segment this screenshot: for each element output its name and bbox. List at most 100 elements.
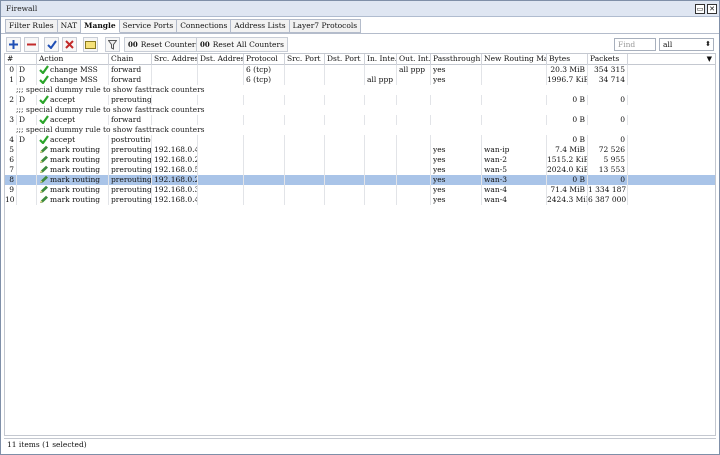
cell-src [152,135,198,145]
cell-num: 6 [5,155,17,165]
column-header[interactable]: Src. Address [152,54,198,65]
check-icon [39,115,49,124]
table-row[interactable]: 10 mark routing prerouting192.168.0.42 yesw… [5,195,715,205]
tab-service-ports[interactable]: Service Ports [119,19,178,33]
cell-dport [325,65,365,75]
remove-button[interactable] [24,37,39,52]
cell-in [365,195,397,205]
comment-row[interactable]: ;;; special dummy rule to show fasttrack… [5,105,715,115]
enable-button[interactable] [44,37,59,52]
table-row[interactable]: 2 Daccept prerouting 0 B0 [5,95,715,105]
cell-packets: 34 714 [588,75,628,85]
cross-icon [65,40,74,49]
action-label: change MSS [50,65,98,74]
reset-all-counters-button[interactable]: 00 Reset All Counters [196,37,288,52]
table-row[interactable]: 7 mark routing prerouting192.168.0.51 yeswa… [5,165,715,175]
column-header[interactable]: Passthrough [431,54,482,65]
cell-mark [482,115,547,125]
cell-sport [285,65,325,75]
table-row[interactable]: 1 Dchange MSS forward 6 (tcp) all ppp yes 1996… [5,75,715,85]
column-header[interactable]: Dst. Port [325,54,365,65]
cell-out [397,185,431,195]
cell-action: accept [37,135,109,145]
table-row[interactable]: 8 mark routing prerouting 192.168.0.2 yes wan… [5,175,715,185]
column-header[interactable]: # [5,54,37,65]
cell-packets: 0 [588,175,628,185]
table-row[interactable]: 4 Daccept postrouting 0 B0 [5,135,715,145]
column-menu-icon[interactable]: ▼ [707,54,712,64]
cell-num: 4 [5,135,17,145]
cell-packets: 13 553 [588,165,628,175]
tab-layer7-protocols[interactable]: Layer7 Protocols [289,19,362,33]
column-header[interactable]: Action [37,54,109,65]
column-header[interactable]: Packets [588,54,628,65]
cell-out [397,155,431,165]
column-header[interactable]: New Routing Mark [482,54,547,65]
filter-button[interactable] [105,37,120,52]
pen-icon [40,145,48,153]
comment-row[interactable]: ;;; special dummy rule to show fasttrack… [5,125,715,135]
tab-mangle[interactable]: Mangle [81,19,120,33]
check-icon [39,135,49,144]
cell-bytes: 7.4 MiB [547,145,588,155]
comment-row[interactable]: ;;; special dummy rule to show fasttrack… [5,85,715,95]
cell-num: 5 [5,145,17,155]
action-label: mark routing [50,145,101,154]
restore-window-button[interactable]: ▭ [695,4,705,14]
cell-out [397,95,431,105]
cell-dport [325,175,365,185]
disable-button[interactable] [62,37,77,52]
table-row[interactable]: 0 Dchange MSS forward 6 (tcp) all ppp yes 20.3… [5,65,715,75]
cell-pass [431,115,482,125]
cell-src [152,115,198,125]
close-window-button[interactable]: ✕ [707,4,717,14]
pen-icon [40,155,48,163]
cell-action: mark routing [37,155,109,165]
filter-select[interactable]: all ⬍ [659,38,714,51]
cell-src: 192.168.0.51 [152,165,198,175]
cell-bytes: 0 B [547,95,588,105]
cell-flag [17,165,37,175]
cell-action: mark routing [37,195,109,205]
tab-filter-rules[interactable]: Filter Rules [5,19,58,33]
table-row[interactable]: 3 Daccept forward 0 B0 [5,115,715,125]
cell-packets: 0 [588,135,628,145]
cell-out [397,175,431,185]
add-button[interactable] [6,37,21,52]
search-input[interactable]: Find [614,38,656,51]
cell-chain: prerouting [111,165,152,175]
cell-proto [244,155,285,165]
table-body: 0 Dchange MSS forward 6 (tcp) all ppp yes 20.3… [5,65,715,205]
cell-chain: forward [109,75,152,85]
tab-address-lists[interactable]: Address Lists [231,19,290,33]
column-header[interactable]: Out. Int... [397,54,431,65]
cell-dport [325,75,365,85]
table-row[interactable]: 5 mark routing prerouting192.168.0.41 yeswa… [5,145,715,155]
cell-packets: 6 387 000 [588,195,628,205]
tab-connections[interactable]: Connections [177,19,232,33]
column-header[interactable]: Chain [109,54,152,65]
cell-bytes: 0 B [547,135,588,145]
reset-counters-button[interactable]: 00 Reset Counters [124,37,204,52]
cell-mark: wan-4 [482,185,547,195]
cell-mark [482,135,547,145]
cell-sport [285,185,325,195]
cell-dport [325,185,365,195]
note-icon [85,41,96,49]
comment-button[interactable] [83,37,98,52]
table-row[interactable]: 6 mark routing prerouting192.168.0.21 yeswa… [5,155,715,165]
tab-nat[interactable]: NAT [57,19,82,33]
column-header[interactable]: Protocol [244,54,285,65]
cell-src: 192.168.0.21 [152,155,198,165]
column-header[interactable]: Src. Port [285,54,325,65]
cell-in [365,165,397,175]
table-row[interactable]: 9 mark routing prerouting 192.168.0.3 yes wan… [5,185,715,195]
cell-bytes: 2024.0 KiB [547,165,588,175]
cell-chain: forward [109,115,152,125]
column-header[interactable]: Bytes [547,54,588,65]
column-header[interactable]: Dst. Address [198,54,244,65]
cell-num: 1 [5,75,17,85]
column-header[interactable]: In. Inte... [365,54,397,65]
pen-icon [40,185,48,193]
cell-mark [482,95,547,105]
